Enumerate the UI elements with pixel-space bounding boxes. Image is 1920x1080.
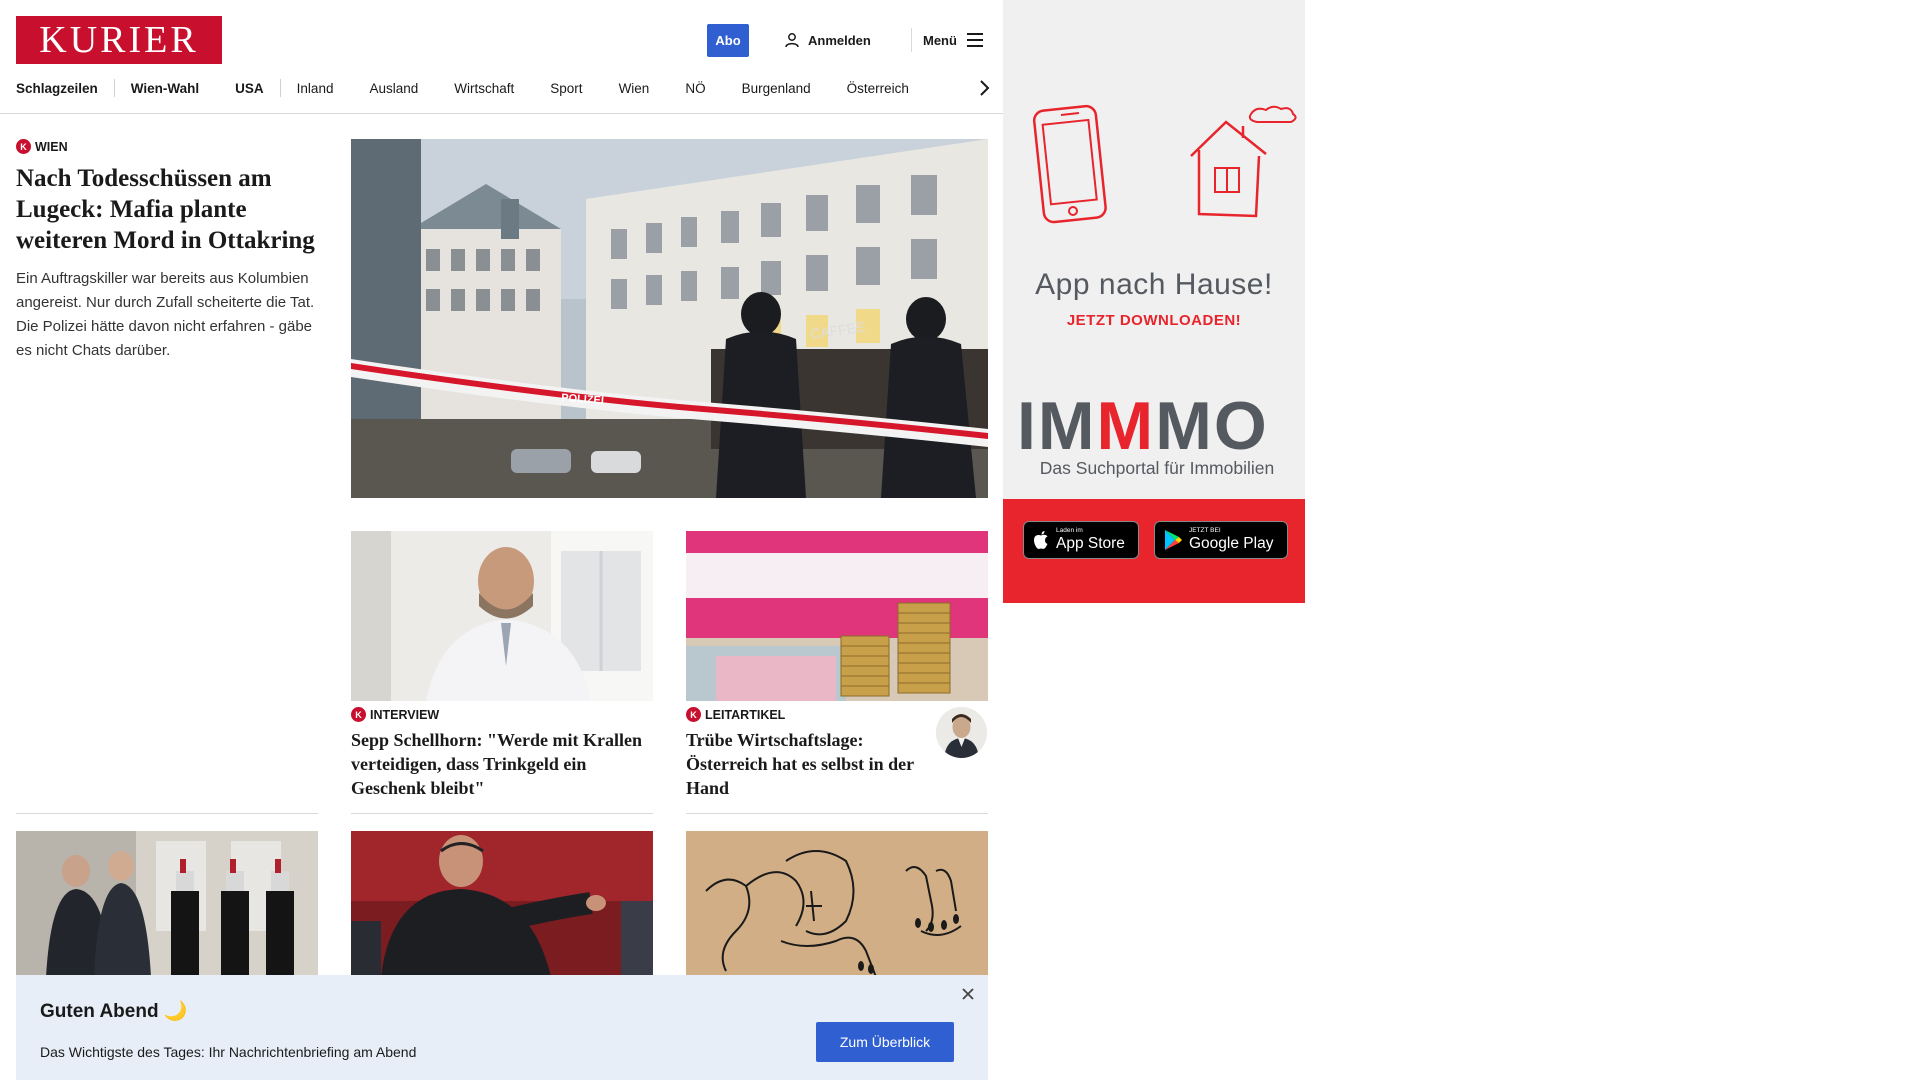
ad-headline: App nach Hause! (1035, 268, 1273, 301)
phone-icon (1032, 104, 1107, 224)
lead-kicker: K WIEN (16, 139, 316, 154)
kurier-plus-icon: K (16, 139, 31, 154)
nav-item-schlagzeilen[interactable]: Schlagzeilen (16, 81, 98, 96)
nav-item-burgenland[interactable]: Burgenland (742, 81, 811, 96)
immmo-tagline: Das Suchportal für Immobilien (1039, 458, 1275, 478)
lead-image[interactable]: CAFFEE POLIZEI (351, 139, 988, 498)
illustration-image[interactable] (686, 831, 988, 977)
chevron-right-icon[interactable] (974, 78, 994, 98)
nav-item-inland[interactable]: Inland (297, 81, 334, 96)
interview-article[interactable]: K INTERVIEW Sepp Schellhorn: "Werde mit … (351, 707, 653, 800)
nav-item-wirtschaft[interactable]: Wirtschaft (454, 81, 514, 96)
briefing-title: Guten Abend 🌙 (40, 1001, 188, 1022)
coins-image[interactable] (686, 531, 988, 701)
nav-divider (113, 79, 115, 97)
divider (351, 813, 653, 814)
nav-item-noe[interactable]: NÖ (685, 81, 705, 96)
interview-headline[interactable]: Sepp Schellhorn: "Werde mit Krallen vert… (351, 728, 653, 800)
briefing-text: Das Wichtigste des Tages: Ihr Nachrichte… (40, 1044, 417, 1060)
interview-image[interactable] (351, 531, 653, 701)
google-play-button[interactable]: JETZT BEI Google Play (1154, 521, 1288, 559)
nav-item-wien-wahl[interactable]: Wien-Wahl (131, 81, 199, 96)
kurier-plus-icon: K (686, 707, 701, 722)
menu-button[interactable]: Menü (923, 26, 983, 54)
close-icon[interactable] (960, 986, 976, 1002)
menu-label: Menü (923, 32, 957, 48)
nav-item-oesterreich[interactable]: Österreich (847, 81, 909, 96)
briefing-overview-button[interactable]: Zum Überblick (816, 1022, 954, 1062)
kurier-logo[interactable]: KURIER (16, 16, 222, 64)
nav-item-usa[interactable]: USA (235, 81, 264, 96)
header-divider (911, 28, 912, 52)
user-icon (785, 33, 799, 48)
kicker-label: LEITARTIKEL (705, 707, 786, 722)
leitartikel-kicker: K LEITARTIKEL (686, 707, 936, 722)
lead-article[interactable]: K WIEN Nach Todesschüssen am Lugeck: Maf… (16, 139, 316, 363)
login-button[interactable]: Anmelden (784, 26, 871, 54)
app-store-button[interactable]: Laden im App Store (1023, 521, 1139, 559)
divider (686, 813, 988, 814)
appstore-big-label: App Store (1056, 534, 1125, 552)
section-nav: Schlagzeilen Wien-Wahl USA Inland Auslan… (16, 74, 996, 102)
evening-briefing-banner: Guten Abend 🌙 Das Wichtigste des Tages: … (16, 975, 988, 1080)
nav-item-wien[interactable]: Wien (619, 81, 650, 96)
brand-part-red: M (1096, 388, 1156, 464)
politics-image[interactable] (16, 831, 318, 977)
abo-button[interactable]: Abo (707, 24, 749, 57)
brand-part: MO (1155, 388, 1269, 464)
googleplay-big-label: Google Play (1189, 534, 1274, 552)
immmo-logo: IMMMO (1017, 392, 1297, 460)
nav-item-sport[interactable]: Sport (550, 81, 582, 96)
news-site: KURIER Abo Anmelden Menü Schlagzeilen Wi… (0, 0, 1003, 1080)
leitartikel-headline[interactable]: Trübe Wirtschaftslage: Österreich hat es… (686, 728, 936, 800)
lead-headline[interactable]: Nach Todesschüssen am Lugeck: Mafia plan… (16, 163, 316, 256)
kicker-label: INTERVIEW (370, 707, 440, 722)
interview-kicker: K INTERVIEW (351, 707, 653, 722)
house-icon (1190, 105, 1297, 218)
author-avatar (936, 707, 987, 758)
ad-store-strip: Laden im App Store JETZT BEI Google Play (1003, 499, 1305, 603)
ad-subheadline: JETZT DOWNLOADEN! (1066, 312, 1242, 329)
sport-image[interactable] (351, 831, 653, 977)
divider (16, 813, 318, 814)
kicker-label: WIEN (35, 139, 68, 154)
nav-divider (279, 79, 281, 97)
site-header: KURIER Abo Anmelden Menü Schlagzeilen Wi… (0, 0, 1003, 114)
kurier-plus-icon: K (351, 707, 366, 722)
login-label: Anmelden (808, 32, 871, 48)
nav-item-ausland[interactable]: Ausland (369, 81, 418, 96)
brand-part: IM (1017, 388, 1097, 464)
immmo-ad[interactable]: App nach Hause! JETZT DOWNLOADEN! IMMMO … (1003, 0, 1305, 603)
leitartikel-article[interactable]: K LEITARTIKEL Trübe Wirtschaftslage: Öst… (686, 707, 936, 800)
google-play-icon (1165, 530, 1182, 550)
logo-text: KURIER (39, 19, 199, 61)
apple-icon (1034, 531, 1048, 549)
lead-teaser: Ein Auftragskiller war bereits aus Kolum… (16, 270, 315, 359)
hamburger-icon (966, 33, 983, 47)
